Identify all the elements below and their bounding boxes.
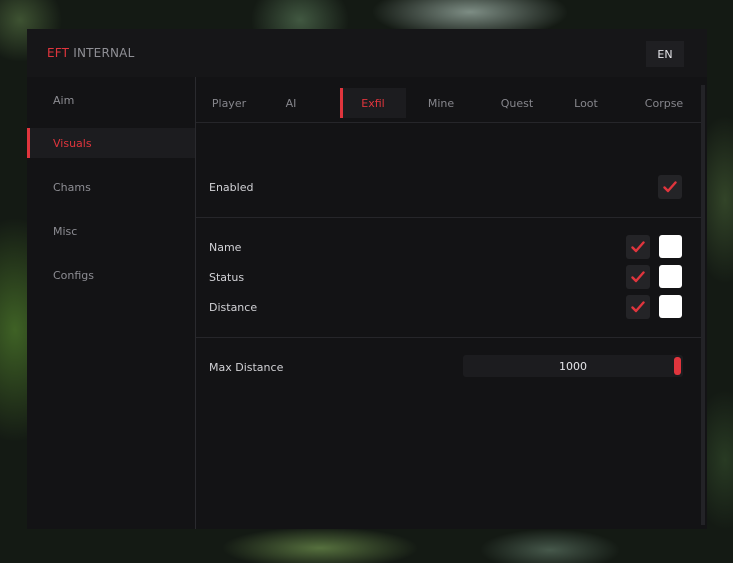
tab-bar: Player AI Exfil Mine Quest Loot Corpse [196,77,701,123]
status-label: Status [209,271,245,284]
brand-rest: INTERNAL [73,46,135,60]
max-distance-slider[interactable]: 1000 [463,355,683,377]
tab-corpse[interactable]: Corpse [638,88,690,118]
scrollbar[interactable] [701,85,705,525]
tab-ai[interactable]: AI [278,88,304,118]
window-header: EFT INTERNAL EN [27,29,707,77]
tab-mine[interactable]: Mine [420,88,462,118]
menu-window: EFT INTERNAL EN Aim Visuals Chams Misc C… [27,29,707,529]
sidebar-item-visuals[interactable]: Visuals [27,128,195,158]
section-divider [196,337,701,338]
content-panel: Player AI Exfil Mine Quest Loot Corpse E… [196,77,707,529]
tab-quest[interactable]: Quest [494,88,540,118]
tab-player[interactable]: Player [204,88,254,118]
checkmark-icon [663,181,677,193]
sidebar-item-aim[interactable]: Aim [27,85,195,115]
sidebar: Aim Visuals Chams Misc Configs [27,77,195,529]
name-color-swatch[interactable] [659,235,682,258]
slider-handle[interactable] [674,357,681,375]
distance-label: Distance [209,301,258,314]
name-label: Name [209,241,242,254]
enabled-label: Enabled [209,181,254,194]
enabled-checkbox[interactable] [658,175,682,199]
distance-color-swatch[interactable] [659,295,682,318]
max-distance-value: 1000 [559,359,587,373]
tab-exfil[interactable]: Exfil [340,88,406,118]
section-divider [196,217,701,218]
sidebar-item-configs[interactable]: Configs [27,260,195,290]
tab-loot[interactable]: Loot [566,88,606,118]
checkmark-icon [631,301,645,313]
checkmark-icon [631,271,645,283]
name-checkbox[interactable] [626,235,650,259]
brand-accent: EFT [47,46,70,60]
checkmark-icon [631,241,645,253]
status-checkbox[interactable] [626,265,650,289]
brand-title: EFT INTERNAL [47,46,134,60]
language-button[interactable]: EN [646,41,684,67]
distance-checkbox[interactable] [626,295,650,319]
sidebar-item-chams[interactable]: Chams [27,172,195,202]
sidebar-item-misc[interactable]: Misc [27,216,195,246]
max-distance-label: Max Distance [209,361,284,374]
status-color-swatch[interactable] [659,265,682,288]
